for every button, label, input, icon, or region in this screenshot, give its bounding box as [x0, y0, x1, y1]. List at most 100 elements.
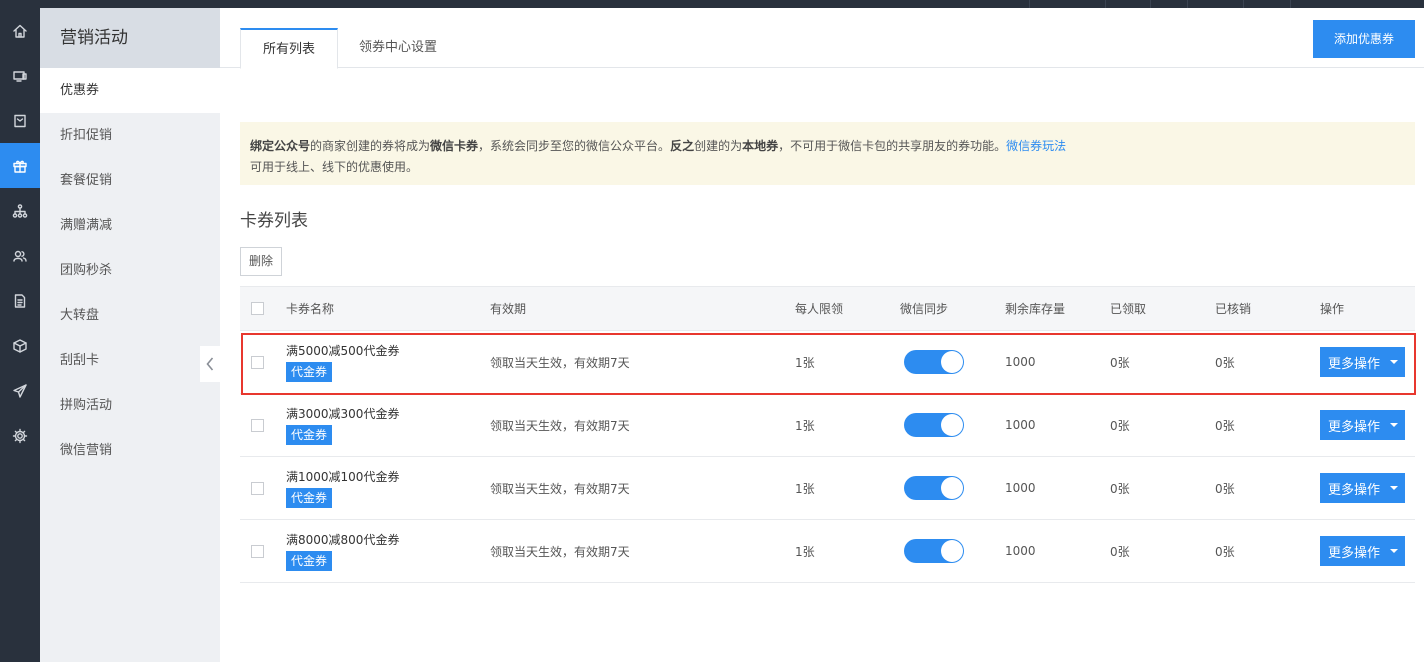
more-actions-button[interactable]: 更多操作 [1320, 410, 1405, 440]
sidebar-item-gift-reduction[interactable]: 满赠满减 [40, 203, 220, 248]
nav-products[interactable] [0, 323, 40, 368]
header-name: 卡券名称 [286, 302, 335, 316]
sidebar-item-wechat[interactable]: 微信营销 [40, 428, 220, 473]
users-icon [13, 250, 27, 262]
tab-coupon-center-settings[interactable]: 领券中心设置 [338, 28, 458, 69]
nav-devices[interactable] [0, 53, 40, 98]
send-icon [13, 383, 27, 398]
stock-cell: 1000 [1005, 355, 1036, 369]
row-checkbox[interactable] [251, 355, 264, 369]
nav-messages[interactable] [0, 98, 40, 143]
action-cell: 更多操作 [1320, 394, 1405, 456]
top-strip [0, 0, 1424, 8]
main-content: 所有列表 领券中心设置 添加优惠券 绑定公众号的商家创建的券将成为微信卡券，系统… [220, 8, 1424, 662]
notice-bold-text: 绑定公众号 [250, 139, 311, 153]
caret-down-icon [1390, 423, 1398, 427]
sidebar-item-scratch[interactable]: 刮刮卡 [40, 338, 220, 383]
row-checkbox[interactable] [251, 481, 264, 495]
top-divider [1187, 0, 1188, 8]
coupon-type-badge: 代金券 [286, 425, 333, 445]
coupon-type-badge: 代金券 [286, 362, 333, 382]
nav-marketing[interactable] [0, 143, 40, 188]
toggle-knob [941, 540, 963, 562]
notice-text: ，不可用于微信卡包的共享朋友的券功能。 [778, 139, 1007, 153]
tab-all-list[interactable]: 所有列表 [240, 28, 338, 69]
wechat-sync-toggle[interactable] [904, 350, 964, 374]
sidebar-item-wheel[interactable]: 大转盘 [40, 293, 220, 338]
validity-cell: 领取当天生效，有效期7天 [490, 355, 630, 370]
wechat-sync-toggle[interactable] [904, 476, 964, 500]
nav-distribution[interactable] [0, 188, 40, 233]
validity-cell: 领取当天生效，有效期7天 [490, 481, 630, 496]
sidebar-title: 营销活动 [40, 8, 220, 68]
coupon-name-cell: 满5000减500代金券 代金券 [286, 331, 399, 393]
notice-bold-text: 微信卡券 [430, 139, 479, 153]
top-divider [1290, 0, 1291, 8]
notice-banner: 绑定公众号的商家创建的券将成为微信卡券，系统会同步至您的微信公众平台。反之创建的… [240, 122, 1415, 185]
row-checkbox-cell [251, 394, 264, 456]
limit-cell: 1张 [795, 418, 815, 433]
wechat-sync-toggle[interactable] [904, 413, 964, 437]
nav-orders[interactable] [0, 278, 40, 323]
more-actions-button[interactable]: 更多操作 [1320, 473, 1405, 503]
redeemed-cell: 0张 [1215, 418, 1235, 433]
notice-text: ，系统会同步至您的微信公众平台。 [478, 139, 671, 153]
nav-home[interactable] [0, 8, 40, 53]
claimed-cell: 0张 [1110, 418, 1130, 433]
more-actions-label: 更多操作 [1328, 482, 1381, 498]
coupon-name: 满3000减300代金券 [286, 407, 400, 421]
nav-settings[interactable] [0, 413, 40, 458]
coupon-table: 卡券名称 有效期 每人限领 微信同步 剩余库存量 已领取 已核销 操作 满500… [240, 286, 1415, 583]
limit-cell: 1张 [795, 481, 815, 496]
claimed-cell: 0张 [1110, 544, 1130, 559]
home-icon [13, 24, 27, 38]
sidebar-item-group-flash[interactable]: 团购秒杀 [40, 248, 220, 293]
delete-button[interactable]: 删除 [240, 247, 282, 276]
more-actions-button[interactable]: 更多操作 [1320, 347, 1405, 377]
caret-down-icon [1390, 486, 1398, 490]
collapse-sidebar-button[interactable] [200, 346, 220, 382]
table-header: 卡券名称 有效期 每人限领 微信同步 剩余库存量 已领取 已核销 操作 [240, 286, 1415, 331]
sync-cell [904, 394, 964, 456]
row-checkbox[interactable] [251, 418, 264, 432]
toggle-knob [941, 477, 963, 499]
nav-members[interactable] [0, 233, 40, 278]
nav-send[interactable] [0, 368, 40, 413]
wechat-sync-toggle[interactable] [904, 539, 964, 563]
box-icon [13, 338, 27, 353]
more-actions-button[interactable]: 更多操作 [1320, 536, 1405, 566]
header-validity: 有效期 [490, 302, 527, 316]
header-stock: 剩余库存量 [1005, 302, 1066, 316]
monitor-icon [13, 70, 27, 82]
message-icon [14, 114, 26, 127]
sidebar-item-group-buy[interactable]: 拼购活动 [40, 383, 220, 428]
action-cell: 更多操作 [1320, 520, 1405, 582]
action-cell: 更多操作 [1320, 457, 1405, 519]
table-row: 满8000减800代金券 代金券 领取当天生效，有效期7天 1张 1000 0张… [240, 520, 1415, 583]
claimed-cell: 0张 [1110, 481, 1130, 496]
coupon-name: 满1000减100代金券 [286, 470, 400, 484]
icon-sidebar [0, 8, 40, 662]
row-checkbox[interactable] [251, 544, 264, 558]
toggle-knob [941, 351, 963, 373]
document-icon [14, 293, 26, 308]
table-row: 满1000减100代金券 代金券 领取当天生效，有效期7天 1张 1000 0张… [240, 457, 1415, 520]
sidebar-item-discount[interactable]: 折扣促销 [40, 113, 220, 158]
redeemed-cell: 0张 [1215, 355, 1235, 370]
header-sync: 微信同步 [900, 302, 949, 316]
wechat-coupon-guide-link[interactable]: 微信券玩法 [1006, 139, 1066, 153]
validity-cell: 领取当天生效，有效期7天 [490, 544, 630, 559]
sidebar-item-bundle[interactable]: 套餐促销 [40, 158, 220, 203]
select-all-checkbox[interactable] [251, 302, 264, 315]
row-checkbox-cell [251, 457, 264, 519]
coupon-name: 满5000减500代金券 [286, 344, 400, 358]
sync-cell [904, 331, 964, 393]
more-actions-label: 更多操作 [1328, 545, 1381, 561]
row-checkbox-cell [251, 331, 264, 393]
header-action: 操作 [1320, 302, 1345, 316]
table-row: 满5000减500代金券 代金券 领取当天生效，有效期7天 1张 1000 0张… [240, 331, 1415, 394]
sidebar-item-coupons[interactable]: 优惠券 [40, 68, 220, 113]
coupon-name-cell: 满3000减300代金券 代金券 [286, 394, 399, 456]
add-coupon-button[interactable]: 添加优惠券 [1313, 20, 1415, 58]
coupon-type-badge: 代金券 [286, 551, 333, 571]
